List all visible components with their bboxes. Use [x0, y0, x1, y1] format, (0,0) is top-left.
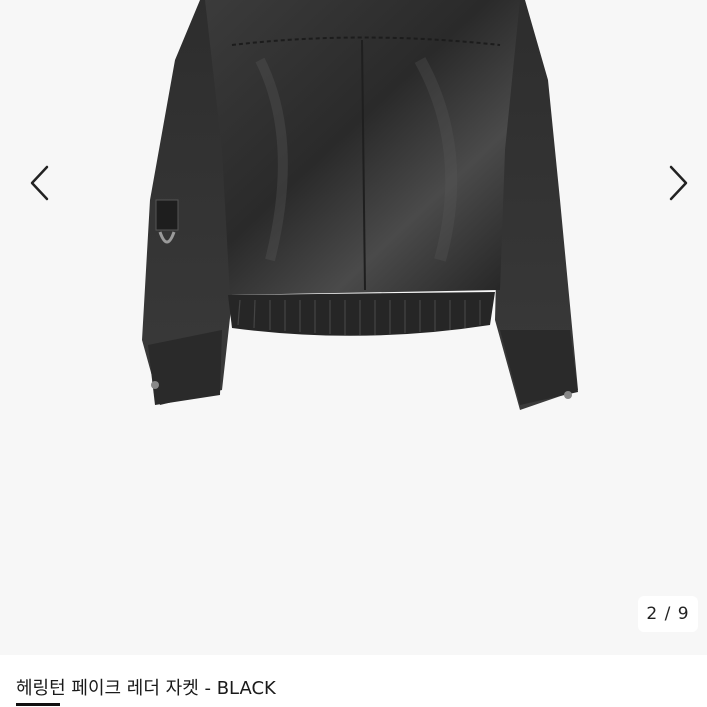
chevron-right-icon	[669, 165, 688, 201]
counter-separator: /	[658, 604, 678, 624]
next-image-button[interactable]	[656, 158, 702, 208]
product-image-gallery[interactable]: 2 / 9	[0, 0, 707, 655]
product-title: 헤링턴 페이크 레더 자켓 - BLACK	[16, 678, 276, 699]
product-image[interactable]	[0, 0, 707, 655]
counter-current: 2	[646, 604, 659, 624]
counter-total: 9	[677, 604, 690, 624]
chevron-left-icon	[30, 165, 49, 201]
previous-image-button[interactable]	[16, 158, 62, 208]
title-underline	[16, 703, 60, 706]
image-counter: 2 / 9	[638, 596, 698, 632]
jacket-hem	[228, 292, 495, 336]
